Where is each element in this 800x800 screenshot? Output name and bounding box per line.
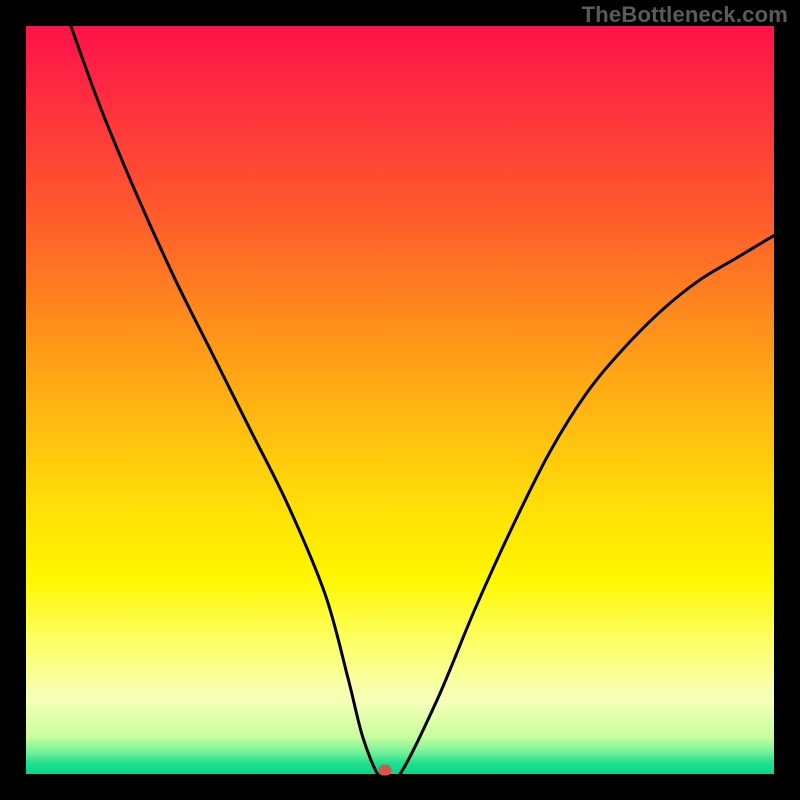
optimum-marker bbox=[379, 765, 392, 776]
chart-frame: TheBottleneck.com bbox=[0, 0, 800, 800]
curve-svg bbox=[26, 26, 774, 774]
watermark-text: TheBottleneck.com bbox=[582, 2, 788, 28]
bottleneck-curve-path bbox=[71, 26, 774, 774]
